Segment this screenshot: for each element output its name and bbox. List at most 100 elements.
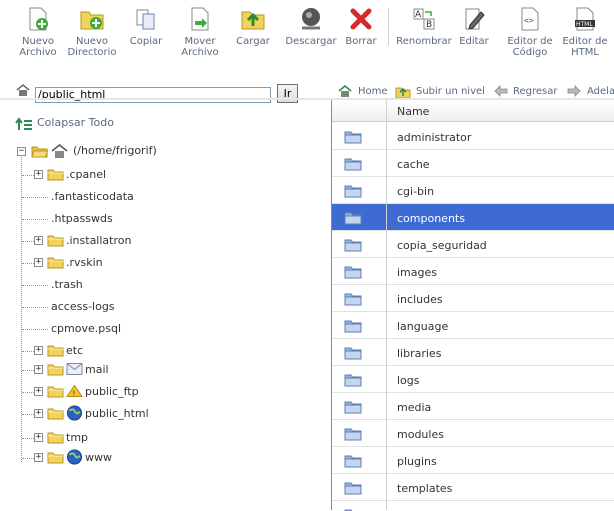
folder-icon: [344, 320, 362, 333]
file-name: modules: [397, 428, 444, 441]
tree-guide-branch: [22, 263, 34, 264]
file-row[interactable]: includes: [332, 285, 614, 312]
folder-icon: [344, 455, 362, 468]
toolbar-button-label: Nuevo Archivo: [19, 36, 57, 58]
new-folder-button[interactable]: Nuevo Directorio: [66, 6, 118, 58]
move-file-icon: [191, 7, 209, 31]
tree-expand-toggle[interactable]: +: [34, 433, 43, 442]
move-file-button[interactable]: Mover Archivo: [176, 6, 224, 58]
upload-icon: [241, 11, 265, 30]
tree-item-label[interactable]: .rvskin: [66, 256, 103, 269]
edit-icon: [465, 8, 485, 30]
nav-home-link[interactable]: Home: [358, 86, 388, 97]
upload-button[interactable]: Cargar: [234, 6, 272, 47]
rename-button[interactable]: A B Renombrar: [396, 6, 452, 47]
file-row[interactable]: administrator: [332, 123, 614, 150]
tree-expand-toggle[interactable]: +: [34, 236, 43, 245]
toolbar-button-label: Copiar: [129, 36, 163, 47]
tree-expand-toggle[interactable]: +: [34, 346, 43, 355]
folder-icon: [344, 482, 362, 495]
tree-item-label[interactable]: public_html: [85, 407, 149, 420]
forward-arrow-icon[interactable]: [567, 85, 581, 97]
file-name: logs: [397, 374, 420, 387]
tree-item-label[interactable]: www: [85, 451, 112, 464]
tree-guide-branch: [22, 307, 48, 308]
tree-expand-toggle[interactable]: +: [34, 387, 43, 396]
file-row[interactable]: plugins: [332, 447, 614, 474]
tree-item-label[interactable]: access-logs: [51, 300, 115, 313]
tree-collapse-toggle[interactable]: −: [17, 147, 26, 156]
file-row[interactable]: language: [332, 312, 614, 339]
file-row[interactable]: libraries: [332, 339, 614, 366]
up-level-icon[interactable]: [395, 84, 411, 98]
tree-item-label[interactable]: .trash: [51, 278, 83, 291]
toolbar-button-label: Renombrar: [396, 36, 452, 47]
toolbar: Nuevo Archivo Nuevo Directorio Copiar Mover…: [0, 0, 614, 80]
delete-icon: [350, 8, 372, 30]
tree-item-label[interactable]: cpmove.psql: [51, 322, 121, 335]
tree-item-label[interactable]: .fantasticodata: [51, 190, 134, 203]
file-name: administrator: [397, 131, 472, 144]
folder-icon: [344, 374, 362, 387]
home-icon[interactable]: [338, 85, 352, 97]
toolbar-separator: [388, 8, 389, 46]
collapse-all-icon[interactable]: [15, 117, 33, 131]
tree-expand-toggle[interactable]: +: [34, 365, 43, 374]
web-icon: [66, 449, 83, 465]
tree-guide-branch: [22, 392, 34, 393]
file-row[interactable]: cgi-bin: [332, 177, 614, 204]
file-name: libraries: [397, 347, 442, 360]
tree-item-label[interactable]: .installatron: [66, 234, 131, 247]
tree-root-label[interactable]: (/home/frigorif): [73, 144, 157, 157]
tree-item-label[interactable]: tmp: [66, 431, 88, 444]
file-row[interactable]: components: [332, 204, 614, 231]
folder-icon: [344, 212, 362, 225]
nav-back-link[interactable]: Regresar: [513, 86, 558, 97]
go-button[interactable]: Ir: [277, 84, 298, 103]
folder-icon: [344, 293, 362, 306]
tree-expand-toggle[interactable]: +: [34, 170, 43, 179]
tree-item-label[interactable]: etc: [66, 344, 83, 357]
path-input[interactable]: /public_html: [35, 87, 271, 103]
nav-up-link[interactable]: Subir un nivel: [416, 86, 485, 97]
toolbar-button-label: Descargar: [285, 36, 337, 47]
tree-expand-toggle[interactable]: +: [34, 409, 43, 418]
html-editor-button[interactable]: HTML Editor de HTML: [560, 6, 610, 58]
collapse-all-link[interactable]: Colapsar Todo: [37, 116, 114, 129]
file-row[interactable]: logs: [332, 366, 614, 393]
tree-item-label[interactable]: .cpanel: [66, 168, 106, 181]
back-arrow-icon[interactable]: [494, 85, 508, 97]
tree-expand-toggle[interactable]: +: [34, 453, 43, 462]
file-row[interactable]: cache: [332, 150, 614, 177]
tree-item-label[interactable]: public_ftp: [85, 385, 139, 398]
download-icon: [302, 8, 320, 30]
name-column-header[interactable]: Name: [397, 105, 429, 118]
edit-button[interactable]: Editar: [458, 6, 490, 47]
copy-icon: [136, 9, 155, 30]
new-file-button[interactable]: Nuevo Archivo: [16, 6, 60, 58]
tree-item-label[interactable]: .htpasswds: [51, 212, 113, 225]
folder-icon: [344, 185, 362, 198]
nav-forward-link[interactable]: Adela: [587, 86, 614, 97]
folder-icon: [47, 257, 64, 269]
file-row[interactable]: media: [332, 393, 614, 420]
tree-expand-toggle[interactable]: +: [34, 258, 43, 267]
delete-button[interactable]: Borrar: [344, 6, 378, 47]
copy-button[interactable]: Copiar: [128, 6, 164, 47]
file-name: images: [397, 266, 437, 279]
home-icon[interactable]: [16, 84, 30, 96]
code-editor-button[interactable]: <> Editor de Código: [506, 6, 554, 58]
folder-icon: [344, 428, 362, 441]
svg-text:B: B: [426, 20, 432, 30]
file-row[interactable]: copia_seguridad: [332, 231, 614, 258]
tree-item-label[interactable]: mail: [85, 363, 109, 376]
file-row[interactable]: templates: [332, 474, 614, 501]
file-row[interactable]: images: [332, 258, 614, 285]
file-name: cgi-bin: [397, 185, 435, 198]
folder-icon: [47, 432, 64, 444]
download-button[interactable]: Descargar: [283, 6, 339, 47]
file-row[interactable]: modules: [332, 420, 614, 447]
folder-icon: [47, 235, 64, 247]
column-divider: [386, 100, 387, 510]
folder-icon: [47, 345, 64, 357]
